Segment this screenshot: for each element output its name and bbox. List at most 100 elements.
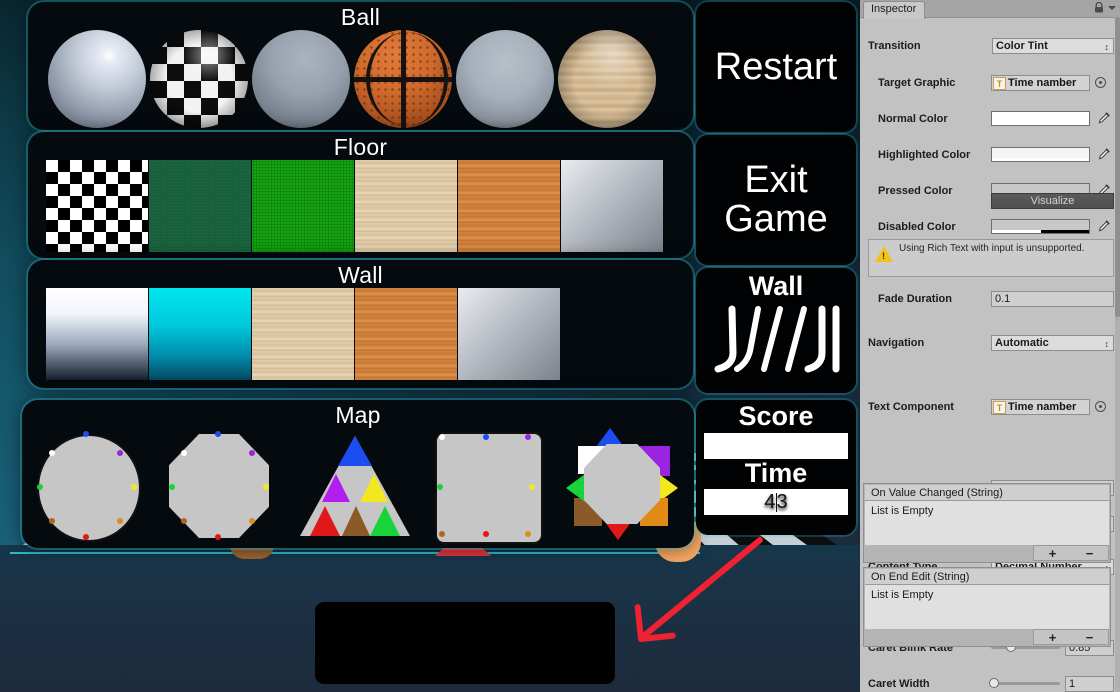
- tab-menu-icon[interactable]: [1108, 6, 1116, 10]
- fade-duration-label: Fade Duration: [878, 293, 952, 305]
- row-caret-width: Caret Width 1: [860, 676, 1120, 692]
- floor-options-row[interactable]: [46, 160, 663, 252]
- transition-dropdown[interactable]: Color Tint ↕: [992, 38, 1114, 54]
- floor-option-dark-green[interactable]: [149, 160, 251, 252]
- eyedropper-icon[interactable]: [1097, 220, 1110, 233]
- normal-color-label: Normal Color: [878, 113, 948, 125]
- eyedropper-icon[interactable]: [1097, 148, 1110, 161]
- on-value-changed-body[interactable]: List is Empty: [865, 501, 1109, 545]
- on-value-changed-remove-button[interactable]: −: [1086, 546, 1094, 561]
- row-highlighted-color: Highlighted Color: [860, 147, 1120, 165]
- restart-button-label: Restart: [714, 45, 838, 88]
- target-picker-icon[interactable]: [1095, 77, 1106, 88]
- lock-icon[interactable]: [1094, 2, 1104, 13]
- text-component-objectfield[interactable]: T Time namber: [991, 399, 1090, 415]
- text-component-icon: T: [993, 401, 1006, 414]
- section-title-map: Map: [335, 402, 381, 428]
- ball-option-grey-flat[interactable]: [456, 30, 554, 128]
- normal-color-swatch[interactable]: [991, 111, 1090, 126]
- chevron-updown-icon: ↕: [1104, 339, 1110, 349]
- caret-width-knob[interactable]: [989, 678, 999, 688]
- inspector-tab-bar: Inspector: [860, 0, 1120, 19]
- highlighted-color-label: Highlighted Color: [878, 149, 971, 161]
- disabled-color-swatch[interactable]: [991, 219, 1090, 234]
- wall-button-label: Wall: [748, 271, 804, 301]
- on-end-edit-empty: List is Empty: [871, 589, 934, 601]
- on-value-changed-footer: + −: [1033, 545, 1109, 561]
- on-value-changed-add-button[interactable]: +: [1049, 546, 1057, 561]
- navigation-dropdown[interactable]: Automatic ↕: [991, 335, 1114, 351]
- bottom-black-panel[interactable]: [315, 602, 615, 684]
- inspector-scrollbar-thumb[interactable]: [1115, 17, 1120, 317]
- wall-option-white-gradient[interactable]: [46, 288, 148, 380]
- highlighted-color-swatch[interactable]: [991, 147, 1090, 162]
- on-end-edit-event-list: On End Edit (String) List is Empty + −: [863, 567, 1111, 647]
- floor-option-light-wood[interactable]: [355, 160, 457, 252]
- map-option-circle[interactable]: [35, 431, 145, 542]
- restart-button[interactable]: Restart: [696, 2, 856, 132]
- map-option-octagon[interactable]: [167, 431, 277, 542]
- time-value-first: 4: [764, 490, 776, 513]
- wall-strokes-icon: [714, 305, 840, 373]
- score-input[interactable]: [704, 432, 848, 459]
- floor-option-checker[interactable]: [46, 160, 148, 252]
- warning-icon: [875, 246, 893, 262]
- on-end-edit-remove-button[interactable]: −: [1086, 630, 1094, 645]
- target-graphic-value: Time namber: [1008, 77, 1077, 89]
- wall-option-cyan[interactable]: [149, 288, 251, 380]
- on-end-edit-add-button[interactable]: +: [1049, 630, 1057, 645]
- ball-option-wood[interactable]: [558, 30, 656, 128]
- score-label: Score: [738, 401, 814, 431]
- floor-option-grass[interactable]: [252, 160, 354, 252]
- section-title-floor: Floor: [333, 134, 388, 160]
- floor-option-grey-metal[interactable]: [561, 160, 663, 252]
- stage-edge-line: [10, 552, 700, 554]
- caret-width-value: 1: [1069, 678, 1076, 690]
- wall-option-orange-wood[interactable]: [355, 288, 457, 380]
- exit-game-button-label: Exit Game: [724, 159, 828, 240]
- section-title-wall: Wall: [338, 262, 383, 288]
- map-option-triangle[interactable]: [300, 432, 410, 542]
- transition-value: Color Tint: [996, 40, 1048, 52]
- target-graphic-label: Target Graphic: [878, 77, 956, 89]
- text-component-value: Time namber: [1008, 401, 1077, 413]
- wall-option-light-wood[interactable]: [252, 288, 354, 380]
- time-input[interactable]: 43: [704, 489, 848, 516]
- navigation-label: Navigation: [868, 337, 925, 349]
- tab-inspector-label: Inspector: [871, 3, 917, 15]
- map-option-octagon-colored[interactable]: [566, 428, 678, 540]
- wall-toggle-button[interactable]: Wall: [696, 268, 856, 393]
- target-graphic-objectfield[interactable]: T Time namber: [991, 75, 1090, 91]
- caret-width-field[interactable]: 1: [1065, 676, 1114, 692]
- on-end-edit-footer: + −: [1033, 629, 1109, 645]
- ball-option-grey-matte[interactable]: [252, 30, 350, 128]
- time-label: Time: [744, 457, 808, 488]
- wall-option-grey-metal[interactable]: [458, 288, 560, 380]
- tab-inspector[interactable]: Inspector: [863, 1, 926, 19]
- wall-options-row[interactable]: [46, 288, 560, 380]
- visualize-button[interactable]: Visualize: [991, 193, 1114, 209]
- time-value-rest: 3: [776, 490, 788, 513]
- map-option-square[interactable]: [435, 432, 543, 544]
- row-transition: Transition Color Tint ↕: [860, 38, 1120, 56]
- row-normal-color: Normal Color: [860, 111, 1120, 129]
- text-component-icon: T: [993, 77, 1006, 90]
- row-target-graphic: Target Graphic T Time namber: [860, 75, 1120, 93]
- floor-option-orange-wood[interactable]: [458, 160, 560, 252]
- ball-options-row[interactable]: [48, 30, 656, 128]
- target-picker-icon[interactable]: [1095, 401, 1106, 412]
- ball-option-checker[interactable]: [150, 30, 248, 128]
- ball-option-basketball[interactable]: [354, 30, 452, 128]
- help-box-text: Using Rich Text with input is unsupporte…: [899, 243, 1085, 254]
- help-box-rich-text-warning: Using Rich Text with input is unsupporte…: [868, 239, 1114, 277]
- navigation-value: Automatic: [995, 337, 1049, 349]
- inspector-scrollbar[interactable]: [1115, 17, 1120, 692]
- exit-game-button[interactable]: Exit Game: [696, 135, 856, 265]
- fade-duration-field[interactable]: 0.1: [991, 291, 1114, 307]
- game-view: Ball Floor Wall Map Restart Exit Game Wa…: [0, 0, 860, 692]
- ball-option-plain[interactable]: [48, 30, 146, 128]
- on-end-edit-body[interactable]: List is Empty: [865, 585, 1109, 629]
- eyedropper-icon[interactable]: [1097, 112, 1110, 125]
- caret-width-slider[interactable]: [991, 682, 1060, 685]
- chevron-updown-icon: ↕: [1104, 42, 1110, 52]
